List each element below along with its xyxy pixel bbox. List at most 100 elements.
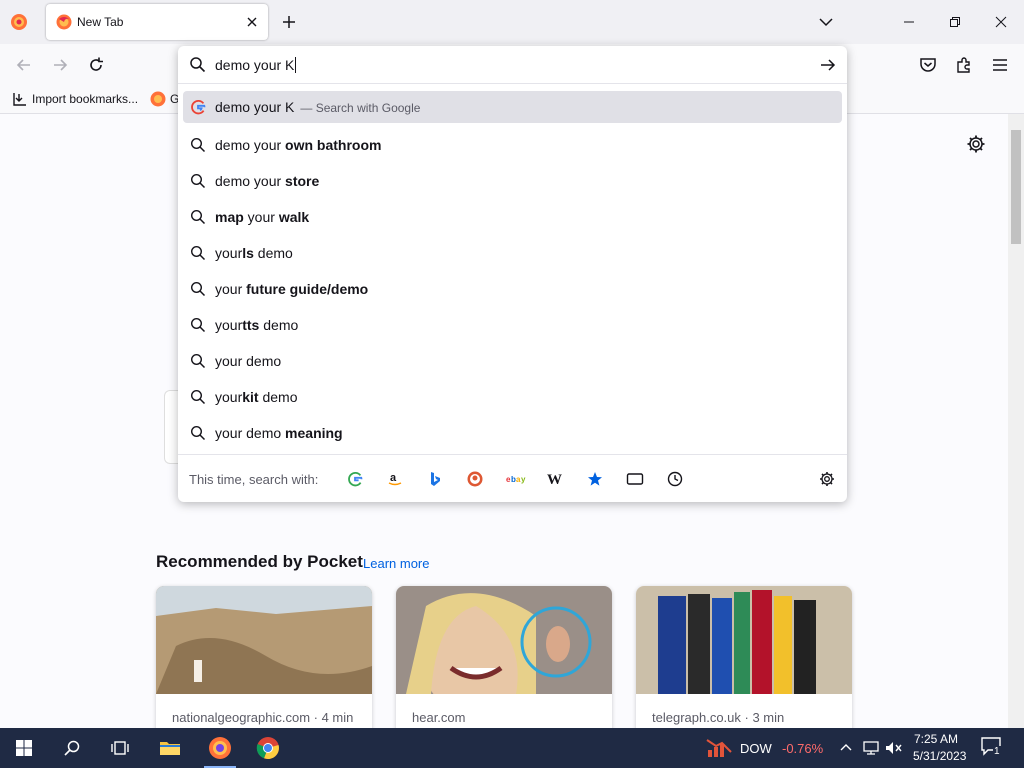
chevron-up-icon[interactable] (840, 742, 852, 754)
volume-muted-icon[interactable] (884, 740, 904, 756)
suggestion-highlight: walk (278, 209, 310, 225)
tab-title: New Tab (77, 15, 124, 29)
chevron-down-icon[interactable] (818, 14, 834, 30)
firefox-view-icon[interactable] (10, 13, 28, 31)
bookmark-item[interactable]: G (150, 91, 179, 107)
new-tab-icon[interactable] (281, 14, 297, 30)
stock-change: -0.76% (782, 741, 824, 756)
firefox-icon (150, 91, 166, 107)
search-icon (190, 281, 206, 297)
bing-engine-button[interactable] (426, 470, 444, 488)
urlbar-popup: demo your K demo your K — Search with Goo… (178, 46, 847, 502)
close-window-button[interactable] (978, 0, 1024, 44)
suggestion-text: your demo (215, 353, 282, 369)
windows-taskbar: DOW -0.76% 7:25 AM 5/31/2023 1 (0, 728, 1024, 768)
suggestion-highlight: kit (242, 389, 259, 405)
wikipedia-icon: W (547, 472, 562, 487)
suggestion-item[interactable]: demo your store (183, 163, 842, 199)
google-engine-button[interactable] (346, 470, 364, 488)
url-input[interactable]: demo your K (178, 46, 847, 84)
extensions-icon[interactable] (955, 56, 973, 74)
bookmark-import[interactable]: Import bookmarks... (12, 91, 138, 107)
firefox-icon (209, 737, 231, 759)
network-icon[interactable] (862, 740, 880, 756)
import-icon (13, 93, 26, 106)
bookmarks-engine-button[interactable] (586, 470, 604, 488)
suggestion-item[interactable]: yourls demo (183, 235, 842, 271)
scrollbar-thumb[interactable] (1011, 130, 1021, 244)
suggestion-highlight: future guide/demo (246, 281, 369, 297)
story-image (636, 586, 852, 694)
start-button[interactable] (0, 728, 48, 768)
pocket-icon[interactable] (919, 56, 937, 74)
search-icon (64, 740, 80, 756)
suggestion-item[interactable]: your demo (183, 343, 842, 379)
ebay-engine-button[interactable]: e b a y (506, 470, 528, 488)
forward-arrow-icon[interactable] (51, 56, 69, 74)
suggestion-item[interactable]: your future guide/demo (183, 271, 842, 307)
search-icon (190, 425, 206, 441)
chrome-taskbar-button[interactable] (244, 728, 292, 768)
ebay-icon: e b a y (506, 475, 526, 484)
suggestion-item[interactable]: yourtts demo (183, 307, 842, 343)
amazon-engine-button[interactable]: a (386, 470, 404, 488)
one-off-label: This time, search with: (189, 472, 319, 487)
search-icon (190, 389, 206, 405)
pocket-card[interactable]: nationalgeographic.com · 4 min (156, 586, 372, 728)
google-icon (348, 471, 363, 487)
search-icon (190, 57, 206, 73)
history-engine-button[interactable] (666, 470, 684, 488)
suggestion-item[interactable]: map your walk (183, 199, 842, 235)
firefox-taskbar-button[interactable] (196, 728, 244, 768)
story-image (396, 586, 612, 716)
tabs-engine-button[interactable] (626, 470, 644, 488)
chrome-icon (256, 737, 279, 760)
learn-more-link[interactable]: Learn more (363, 556, 429, 571)
search-icon (190, 173, 206, 189)
file-explorer-button[interactable] (146, 728, 194, 768)
close-tab-icon[interactable] (244, 14, 260, 30)
menu-icon[interactable] (991, 56, 1009, 74)
suggestion-highlight: own bathroom (285, 137, 382, 153)
suggestion-text: your (215, 245, 243, 261)
star-icon (588, 472, 602, 486)
tab-new-tab[interactable]: New Tab (46, 4, 268, 40)
pocket-card[interactable]: telegraph.co.uk · 3 min (636, 586, 852, 728)
task-view-icon (111, 741, 129, 755)
suggestion-text: demo (253, 245, 293, 261)
reload-icon[interactable] (87, 56, 105, 74)
gear-icon[interactable] (966, 134, 986, 154)
suggestion-item[interactable]: your demo meaning (183, 415, 842, 451)
clock-date[interactable]: 5/31/2023 (913, 749, 966, 763)
go-arrow-icon[interactable] (819, 56, 837, 74)
clock-time[interactable]: 7:25 AM (914, 732, 958, 746)
suggestion-text: your demo (215, 425, 286, 441)
google-icon (191, 99, 206, 115)
suggestion-search-with-google[interactable]: demo your K — Search with Google (183, 91, 842, 123)
duckduckgo-engine-button[interactable] (466, 470, 484, 488)
wikipedia-engine-button[interactable]: W (546, 470, 564, 488)
search-icon (190, 317, 206, 333)
taskbar-search-button[interactable] (48, 728, 96, 768)
clock-icon (667, 471, 683, 487)
suggestion-highlight: store (285, 173, 320, 189)
task-view-button[interactable] (96, 728, 144, 768)
pocket-card[interactable]: hear.com (396, 586, 612, 728)
svg-text:y: y (521, 475, 526, 484)
card-source: nationalgeographic.com · 4 min (172, 710, 354, 725)
suggestion-text: your (215, 317, 243, 333)
search-icon (190, 353, 206, 369)
amazon-icon: a (388, 472, 402, 486)
suggestion-text: demo (258, 389, 298, 405)
gear-icon (820, 472, 834, 486)
search-settings-button[interactable] (818, 470, 836, 488)
back-arrow-icon[interactable] (15, 56, 33, 74)
suggestion-item[interactable]: demo your own bathroom (183, 127, 842, 163)
suggestion-list: demo your K — Search with Google demo you… (183, 91, 842, 451)
url-input-text[interactable]: demo your K (215, 57, 297, 73)
minimize-button[interactable] (886, 0, 932, 44)
action-center-button[interactable]: 1 (980, 736, 1004, 760)
suggestion-item[interactable]: yourkit demo (183, 379, 842, 415)
restore-button[interactable] (932, 0, 978, 44)
page-scrollbar[interactable] (1008, 114, 1024, 728)
